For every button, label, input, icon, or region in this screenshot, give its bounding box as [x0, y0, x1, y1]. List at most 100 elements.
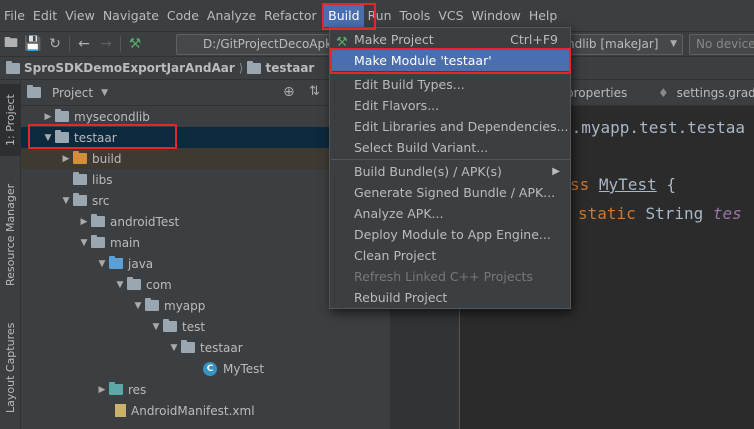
back-arrow-icon[interactable]: ←: [73, 33, 95, 55]
menu-item-label: Analyze APK...: [354, 206, 444, 221]
project-path-field[interactable]: D:/GitProjectDecoApk: [176, 34, 336, 55]
menu-run[interactable]: Run: [364, 5, 396, 27]
tree-label: testaar: [74, 130, 117, 145]
chevron-down-icon[interactable]: ▼: [95, 259, 109, 269]
menu-build[interactable]: Build: [324, 4, 364, 27]
menu-item-deploy-module[interactable]: Deploy Module to App Engine...: [330, 224, 570, 245]
menu-item-generate-signed[interactable]: Generate Signed Bundle / APK...: [330, 182, 570, 203]
chevron-right-icon[interactable]: ▶: [95, 385, 109, 395]
tree-label: myapp: [164, 298, 206, 313]
package-icon: [145, 298, 159, 311]
menu-item-select-build-variant[interactable]: Select Build Variant...: [330, 137, 570, 158]
project-tool-tab[interactable]: 1: Project: [0, 84, 21, 156]
package-icon: [181, 340, 195, 353]
menu-item-edit-build-types[interactable]: Edit Build Types...: [330, 74, 570, 95]
tree-item-test[interactable]: ▼ test: [21, 316, 390, 337]
tree-item-testaar-package[interactable]: ▼ testaar: [21, 337, 390, 358]
menu-tools[interactable]: Tools: [396, 5, 435, 27]
breadcrumb-separator-icon: ⟩: [238, 61, 244, 75]
collapse-all-icon[interactable]: ⇅: [309, 84, 320, 99]
toolbar-divider: [120, 36, 121, 52]
save-icon[interactable]: 💾: [22, 33, 44, 55]
open-folder-icon[interactable]: 🖿: [0, 33, 22, 55]
chevron-right-icon[interactable]: ▶: [77, 217, 91, 227]
submenu-arrow-icon: ▶: [552, 166, 560, 177]
resource-folder-icon: [109, 382, 123, 395]
layout-captures-label: Layout Captures: [4, 322, 17, 414]
menu-code[interactable]: Code: [163, 5, 203, 27]
hammer-icon[interactable]: ⚒: [124, 33, 146, 55]
menu-item-refresh-cpp[interactable]: Refresh Linked C++ Projects: [330, 266, 570, 287]
tree-item-manifest[interactable]: AndroidManifest.xml: [21, 400, 390, 421]
forward-arrow-icon[interactable]: →: [95, 33, 117, 55]
chevron-down-icon[interactable]: ▼: [41, 133, 55, 143]
menu-item-analyze-apk[interactable]: Analyze APK...: [330, 203, 570, 224]
breadcrumb-project[interactable]: SproSDKDemoExportJarAndAar: [24, 61, 235, 75]
menu-item-rebuild-project[interactable]: Rebuild Project: [330, 287, 570, 308]
menu-item-clean-project[interactable]: Clean Project: [330, 245, 570, 266]
menu-item-make-module[interactable]: Make Module 'testaar': [330, 50, 570, 71]
breadcrumb-module[interactable]: testaar: [265, 61, 314, 75]
layout-captures-tab[interactable]: Layout Captures: [0, 316, 21, 420]
menu-file[interactable]: File: [0, 5, 29, 27]
code-class-line[interactable]: ss MyTest {: [570, 175, 676, 194]
class-icon: C: [203, 361, 217, 376]
menu-item-label: Edit Libraries and Dependencies...: [354, 119, 569, 134]
menu-item-edit-libraries[interactable]: Edit Libraries and Dependencies...: [330, 116, 570, 137]
chevron-down-icon[interactable]: ▼: [59, 196, 73, 206]
menu-navigate[interactable]: Navigate: [99, 5, 163, 27]
menu-item-edit-flavors[interactable]: Edit Flavors...: [330, 95, 570, 116]
menu-item-label: Refresh Linked C++ Projects: [354, 269, 533, 284]
resource-manager-label: Resource Manager: [4, 183, 17, 287]
chevron-down-icon[interactable]: ▼: [149, 322, 163, 332]
folder-icon: [73, 151, 87, 164]
locate-icon[interactable]: ⊕: [283, 84, 295, 100]
chevron-down-icon[interactable]: ▼: [77, 238, 91, 248]
menu-item-label: Rebuild Project: [354, 290, 448, 305]
menu-item-make-project[interactable]: ⚒ Make Project Ctrl+F9: [330, 29, 570, 50]
menu-item-label: Deploy Module to App Engine...: [354, 227, 551, 242]
code-field-line[interactable]: static String tes: [578, 204, 742, 223]
project-folder-icon: [6, 60, 20, 74]
tree-item-mytest[interactable]: C MyTest: [21, 358, 390, 379]
menu-view[interactable]: View: [61, 5, 99, 27]
class-name: MyTest: [598, 175, 657, 194]
menu-refactor[interactable]: Refactor: [260, 5, 324, 27]
class-brace: {: [666, 175, 676, 194]
tab-label: settings.grad: [676, 86, 754, 100]
menu-window[interactable]: Window: [468, 5, 525, 27]
menu-item-label: Select Build Variant...: [354, 140, 489, 155]
chevron-right-icon[interactable]: ▶: [41, 112, 55, 122]
left-tool-stripe: 1: Project Resource Manager Layout Captu…: [0, 80, 21, 429]
chevron-down-icon[interactable]: ▼: [131, 301, 145, 311]
source-folder-icon: [109, 256, 123, 269]
resource-manager-tab[interactable]: Resource Manager: [0, 176, 21, 294]
shortcut-label: Ctrl+F9: [510, 32, 558, 47]
field-type: String: [645, 204, 704, 223]
menu-vcs[interactable]: VCS: [434, 5, 467, 27]
tree-label: com: [146, 277, 172, 292]
chevron-right-icon[interactable]: ▶: [59, 154, 73, 164]
chevron-down-icon[interactable]: ▼: [167, 343, 181, 353]
tree-label: test: [182, 319, 206, 334]
tree-label: java: [128, 256, 154, 271]
folder-icon: [73, 193, 87, 206]
menu-edit[interactable]: Edit: [29, 5, 61, 27]
menu-help[interactable]: Help: [525, 5, 562, 27]
project-tool-label: 1: Project: [4, 94, 17, 146]
code-package-line[interactable]: m.myapp.test.testaa: [562, 118, 745, 137]
project-view-title[interactable]: Project: [52, 86, 93, 100]
run-configuration-select[interactable]: ndlib [makeJar] ▼: [560, 34, 683, 55]
tree-label: testaar: [200, 340, 243, 355]
sync-icon[interactable]: ↻: [44, 33, 66, 55]
module-folder-icon: [55, 109, 69, 122]
chevron-down-icon: ▼: [670, 39, 677, 49]
menu-analyze[interactable]: Analyze: [203, 5, 260, 27]
chevron-down-icon[interactable]: ▼: [113, 280, 127, 290]
chevron-down-icon[interactable]: ▼: [101, 88, 108, 98]
class-keyword: ss: [570, 175, 590, 194]
menu-item-build-bundles[interactable]: Build Bundle(s) / APK(s) ▶: [330, 161, 570, 182]
tab-settings-gradle[interactable]: ♦ settings.grad: [652, 80, 754, 106]
device-select[interactable]: No device: [689, 34, 754, 55]
tree-item-res[interactable]: ▶ res: [21, 379, 390, 400]
